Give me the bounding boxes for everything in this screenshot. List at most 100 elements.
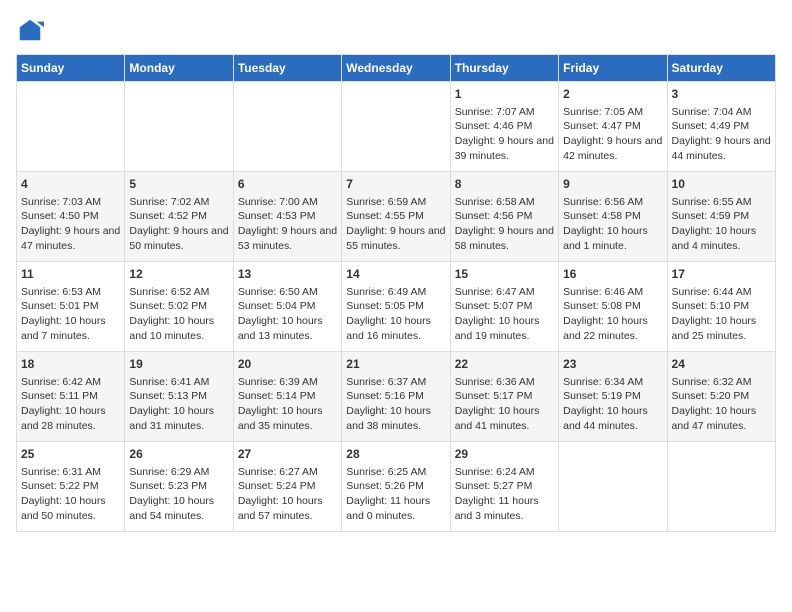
- day-number: 29: [455, 446, 554, 463]
- day-number: 9: [563, 176, 662, 193]
- weekday-header: Wednesday: [342, 55, 450, 82]
- day-number: 11: [21, 266, 120, 283]
- cell-content: 26Sunrise: 6:29 AMSunset: 5:23 PMDayligh…: [129, 446, 228, 524]
- weekday-header: Monday: [125, 55, 233, 82]
- calendar-cell: [559, 442, 667, 532]
- calendar-week-row: 18Sunrise: 6:42 AMSunset: 5:11 PMDayligh…: [17, 352, 776, 442]
- day-number: 17: [672, 266, 771, 283]
- calendar-cell: 18Sunrise: 6:42 AMSunset: 5:11 PMDayligh…: [17, 352, 125, 442]
- cell-content: 25Sunrise: 6:31 AMSunset: 5:22 PMDayligh…: [21, 446, 120, 524]
- calendar-week-row: 1Sunrise: 7:07 AMSunset: 4:46 PMDaylight…: [17, 82, 776, 172]
- calendar-cell: 1Sunrise: 7:07 AMSunset: 4:46 PMDaylight…: [450, 82, 558, 172]
- calendar-cell: 28Sunrise: 6:25 AMSunset: 5:26 PMDayligh…: [342, 442, 450, 532]
- cell-content: 1Sunrise: 7:07 AMSunset: 4:46 PMDaylight…: [455, 86, 554, 164]
- cell-content: 7Sunrise: 6:59 AMSunset: 4:55 PMDaylight…: [346, 176, 445, 254]
- calendar-cell: 12Sunrise: 6:52 AMSunset: 5:02 PMDayligh…: [125, 262, 233, 352]
- cell-content: 13Sunrise: 6:50 AMSunset: 5:04 PMDayligh…: [238, 266, 337, 344]
- cell-content: 18Sunrise: 6:42 AMSunset: 5:11 PMDayligh…: [21, 356, 120, 434]
- day-number: 27: [238, 446, 337, 463]
- day-number: 2: [563, 86, 662, 103]
- calendar-cell: 17Sunrise: 6:44 AMSunset: 5:10 PMDayligh…: [667, 262, 775, 352]
- calendar-header-row: SundayMondayTuesdayWednesdayThursdayFrid…: [17, 55, 776, 82]
- cell-content: 12Sunrise: 6:52 AMSunset: 5:02 PMDayligh…: [129, 266, 228, 344]
- cell-content: 5Sunrise: 7:02 AMSunset: 4:52 PMDaylight…: [129, 176, 228, 254]
- calendar-cell: 4Sunrise: 7:03 AMSunset: 4:50 PMDaylight…: [17, 172, 125, 262]
- calendar-cell: [125, 82, 233, 172]
- weekday-header: Sunday: [17, 55, 125, 82]
- cell-content: 21Sunrise: 6:37 AMSunset: 5:16 PMDayligh…: [346, 356, 445, 434]
- day-number: 1: [455, 86, 554, 103]
- cell-content: 4Sunrise: 7:03 AMSunset: 4:50 PMDaylight…: [21, 176, 120, 254]
- calendar-cell: 21Sunrise: 6:37 AMSunset: 5:16 PMDayligh…: [342, 352, 450, 442]
- calendar-cell: [667, 442, 775, 532]
- header: [16, 16, 776, 44]
- calendar-cell: 10Sunrise: 6:55 AMSunset: 4:59 PMDayligh…: [667, 172, 775, 262]
- weekday-header: Friday: [559, 55, 667, 82]
- day-number: 18: [21, 356, 120, 373]
- day-number: 7: [346, 176, 445, 193]
- cell-content: 17Sunrise: 6:44 AMSunset: 5:10 PMDayligh…: [672, 266, 771, 344]
- calendar-week-row: 4Sunrise: 7:03 AMSunset: 4:50 PMDaylight…: [17, 172, 776, 262]
- day-number: 14: [346, 266, 445, 283]
- calendar-cell: [17, 82, 125, 172]
- day-number: 12: [129, 266, 228, 283]
- cell-content: 29Sunrise: 6:24 AMSunset: 5:27 PMDayligh…: [455, 446, 554, 524]
- calendar-cell: 24Sunrise: 6:32 AMSunset: 5:20 PMDayligh…: [667, 352, 775, 442]
- day-number: 13: [238, 266, 337, 283]
- day-number: 8: [455, 176, 554, 193]
- day-number: 5: [129, 176, 228, 193]
- calendar-cell: 25Sunrise: 6:31 AMSunset: 5:22 PMDayligh…: [17, 442, 125, 532]
- calendar-cell: 2Sunrise: 7:05 AMSunset: 4:47 PMDaylight…: [559, 82, 667, 172]
- cell-content: 14Sunrise: 6:49 AMSunset: 5:05 PMDayligh…: [346, 266, 445, 344]
- calendar-week-row: 25Sunrise: 6:31 AMSunset: 5:22 PMDayligh…: [17, 442, 776, 532]
- cell-content: 16Sunrise: 6:46 AMSunset: 5:08 PMDayligh…: [563, 266, 662, 344]
- day-number: 25: [21, 446, 120, 463]
- day-number: 28: [346, 446, 445, 463]
- day-number: 24: [672, 356, 771, 373]
- cell-content: 23Sunrise: 6:34 AMSunset: 5:19 PMDayligh…: [563, 356, 662, 434]
- logo-icon: [16, 16, 44, 44]
- cell-content: 6Sunrise: 7:00 AMSunset: 4:53 PMDaylight…: [238, 176, 337, 254]
- calendar-cell: 8Sunrise: 6:58 AMSunset: 4:56 PMDaylight…: [450, 172, 558, 262]
- day-number: 23: [563, 356, 662, 373]
- day-number: 21: [346, 356, 445, 373]
- calendar-cell: 11Sunrise: 6:53 AMSunset: 5:01 PMDayligh…: [17, 262, 125, 352]
- calendar: SundayMondayTuesdayWednesdayThursdayFrid…: [16, 54, 776, 532]
- calendar-cell: 20Sunrise: 6:39 AMSunset: 5:14 PMDayligh…: [233, 352, 341, 442]
- day-number: 3: [672, 86, 771, 103]
- day-number: 26: [129, 446, 228, 463]
- calendar-week-row: 11Sunrise: 6:53 AMSunset: 5:01 PMDayligh…: [17, 262, 776, 352]
- weekday-header: Thursday: [450, 55, 558, 82]
- cell-content: 8Sunrise: 6:58 AMSunset: 4:56 PMDaylight…: [455, 176, 554, 254]
- calendar-cell: 14Sunrise: 6:49 AMSunset: 5:05 PMDayligh…: [342, 262, 450, 352]
- cell-content: 11Sunrise: 6:53 AMSunset: 5:01 PMDayligh…: [21, 266, 120, 344]
- calendar-cell: 7Sunrise: 6:59 AMSunset: 4:55 PMDaylight…: [342, 172, 450, 262]
- cell-content: 3Sunrise: 7:04 AMSunset: 4:49 PMDaylight…: [672, 86, 771, 164]
- day-number: 15: [455, 266, 554, 283]
- weekday-header: Tuesday: [233, 55, 341, 82]
- calendar-cell: 16Sunrise: 6:46 AMSunset: 5:08 PMDayligh…: [559, 262, 667, 352]
- cell-content: 10Sunrise: 6:55 AMSunset: 4:59 PMDayligh…: [672, 176, 771, 254]
- day-number: 20: [238, 356, 337, 373]
- cell-content: 22Sunrise: 6:36 AMSunset: 5:17 PMDayligh…: [455, 356, 554, 434]
- calendar-cell: 5Sunrise: 7:02 AMSunset: 4:52 PMDaylight…: [125, 172, 233, 262]
- calendar-cell: 19Sunrise: 6:41 AMSunset: 5:13 PMDayligh…: [125, 352, 233, 442]
- cell-content: 28Sunrise: 6:25 AMSunset: 5:26 PMDayligh…: [346, 446, 445, 524]
- cell-content: 24Sunrise: 6:32 AMSunset: 5:20 PMDayligh…: [672, 356, 771, 434]
- calendar-cell: 22Sunrise: 6:36 AMSunset: 5:17 PMDayligh…: [450, 352, 558, 442]
- calendar-cell: 23Sunrise: 6:34 AMSunset: 5:19 PMDayligh…: [559, 352, 667, 442]
- calendar-cell: 9Sunrise: 6:56 AMSunset: 4:58 PMDaylight…: [559, 172, 667, 262]
- weekday-header: Saturday: [667, 55, 775, 82]
- calendar-cell: 15Sunrise: 6:47 AMSunset: 5:07 PMDayligh…: [450, 262, 558, 352]
- calendar-cell: 26Sunrise: 6:29 AMSunset: 5:23 PMDayligh…: [125, 442, 233, 532]
- calendar-cell: 29Sunrise: 6:24 AMSunset: 5:27 PMDayligh…: [450, 442, 558, 532]
- calendar-cell: 13Sunrise: 6:50 AMSunset: 5:04 PMDayligh…: [233, 262, 341, 352]
- cell-content: 27Sunrise: 6:27 AMSunset: 5:24 PMDayligh…: [238, 446, 337, 524]
- cell-content: 20Sunrise: 6:39 AMSunset: 5:14 PMDayligh…: [238, 356, 337, 434]
- cell-content: 15Sunrise: 6:47 AMSunset: 5:07 PMDayligh…: [455, 266, 554, 344]
- day-number: 22: [455, 356, 554, 373]
- day-number: 10: [672, 176, 771, 193]
- logo: [16, 16, 48, 44]
- calendar-cell: 3Sunrise: 7:04 AMSunset: 4:49 PMDaylight…: [667, 82, 775, 172]
- day-number: 19: [129, 356, 228, 373]
